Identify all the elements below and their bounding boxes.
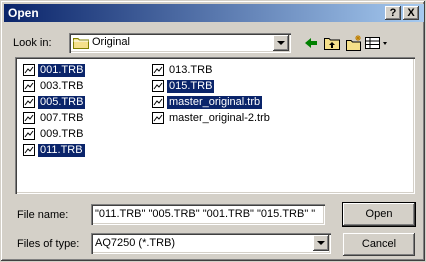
file-name: master_original.trb	[167, 95, 263, 109]
open-dialog: Open ? X Look in: Original 001.TRB 003.TR…	[0, 0, 426, 262]
new-folder-icon[interactable]	[345, 34, 363, 52]
list-item[interactable]: 005.TRB	[23, 95, 86, 109]
trb-file-icon	[23, 144, 35, 156]
help-button[interactable]: ?	[385, 6, 401, 20]
list-item[interactable]: 015.TRB	[152, 79, 215, 93]
look-in-dropdown[interactable]: Original	[69, 33, 291, 53]
up-folder-icon[interactable]	[323, 34, 341, 52]
look-in-dropdown-arrow[interactable]	[273, 35, 289, 51]
folder-icon	[73, 38, 89, 49]
file-name: 003.TRB	[40, 79, 84, 92]
trb-file-icon	[23, 96, 35, 108]
file-name: 005.TRB	[38, 95, 86, 109]
dialog-title: Open	[8, 6, 39, 20]
file-name: 013.TRB	[169, 63, 213, 76]
trb-file-icon	[23, 128, 35, 140]
list-item[interactable]: master_original.trb	[152, 95, 263, 109]
cancel-button[interactable]: Cancel	[343, 233, 415, 256]
close-button[interactable]: X	[403, 6, 419, 20]
trb-file-icon	[152, 80, 164, 92]
list-item[interactable]: 011.TRB	[23, 143, 85, 157]
look-in-value: Original	[92, 36, 130, 48]
trb-file-icon	[152, 64, 164, 76]
file-type-dropdown[interactable]: AQ7250 (*.TRB)	[91, 233, 331, 254]
file-name: 009.TRB	[40, 127, 84, 140]
title-bar[interactable]: Open ? X	[4, 4, 424, 22]
file-name-value: "011.TRB" "005.TRB" "001.TRB" "015.TRB" …	[95, 208, 316, 220]
list-item[interactable]: 003.TRB	[23, 79, 85, 93]
file-name-input[interactable]: "011.TRB" "005.TRB" "001.TRB" "015.TRB" …	[91, 204, 325, 225]
open-button[interactable]: Open	[342, 202, 416, 227]
file-name: 011.TRB	[38, 143, 85, 157]
list-item[interactable]: master_original-2.trb	[152, 111, 272, 125]
file-type-dropdown-arrow[interactable]	[313, 235, 329, 251]
list-item[interactable]: 009.TRB	[23, 127, 85, 141]
file-type-value: AQ7250 (*.TRB)	[95, 237, 176, 249]
list-item[interactable]: 007.TRB	[23, 111, 85, 125]
list-item[interactable]: 013.TRB	[152, 63, 214, 77]
trb-file-icon	[23, 80, 35, 92]
view-menu-icon[interactable]	[364, 34, 390, 52]
trb-file-icon	[152, 96, 164, 108]
file-name: master_original-2.trb	[169, 111, 270, 124]
back-arrow-icon[interactable]	[302, 34, 320, 52]
file-name: 015.TRB	[167, 79, 215, 93]
trb-file-icon	[23, 112, 35, 124]
file-type-label: Files of type:	[17, 238, 80, 250]
look-in-label: Look in:	[13, 37, 52, 49]
file-name-label: File name:	[17, 209, 69, 221]
list-item[interactable]: 001.TRB	[23, 63, 86, 77]
file-list[interactable]: 001.TRB 003.TRB 005.TRB 007.TRB 009.TRB 011.T…	[15, 57, 415, 194]
file-name: 007.TRB	[40, 111, 84, 124]
trb-file-icon	[23, 64, 35, 76]
file-name: 001.TRB	[38, 63, 86, 77]
trb-file-icon	[152, 112, 164, 124]
